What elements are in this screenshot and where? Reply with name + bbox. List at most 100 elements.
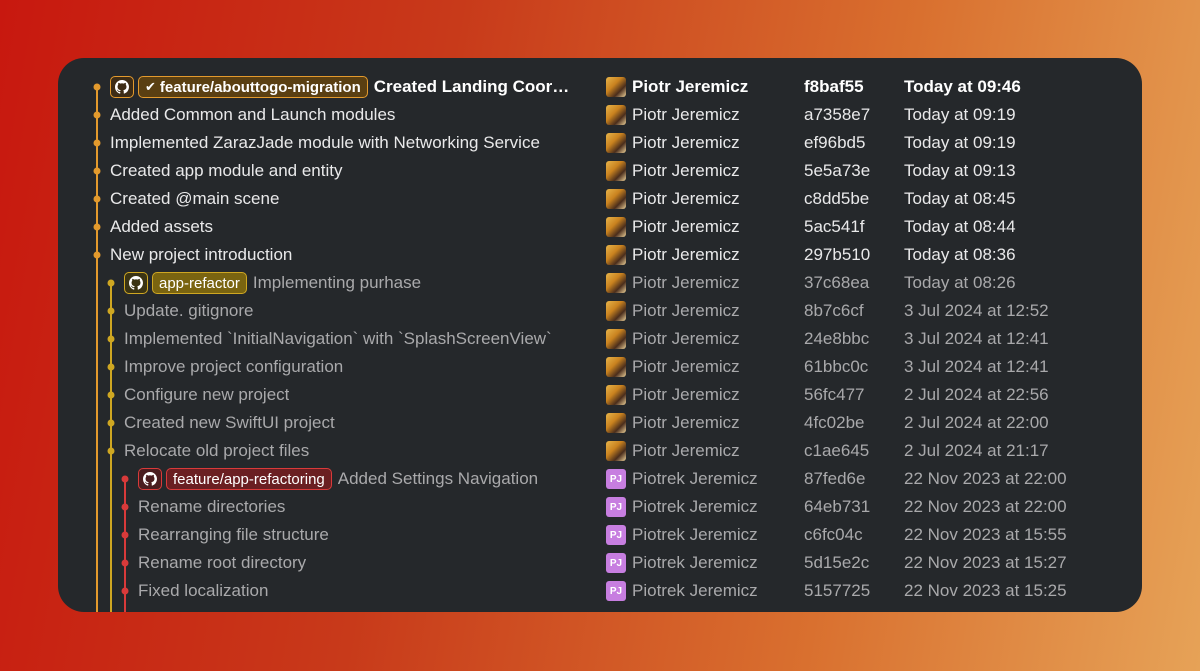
branch-tag[interactable]: ✔ feature/abouttogo-migration (138, 76, 368, 98)
commit-hash: c1ae645 (804, 441, 870, 460)
commit-row[interactable]: Added Common and Launch modules Piotr Jer… (58, 101, 1142, 129)
commit-hash: ef96bd5 (804, 133, 866, 152)
commit-row[interactable]: Created app module and entity Piotr Jerem… (58, 157, 1142, 185)
avatar: PJ (606, 581, 626, 601)
commit-author: Piotr Jeremicz (606, 129, 740, 157)
avatar (606, 189, 626, 209)
avatar (606, 245, 626, 265)
commit-message: Created @main scene (110, 189, 280, 208)
commit-message-cell: Rearranging file structure (138, 521, 329, 549)
commit-message: Created new SwiftUI project (124, 413, 335, 432)
commit-date: Today at 08:36 (904, 245, 1016, 264)
checkmark-icon: ✔ (145, 79, 156, 94)
commit-row[interactable]: Rearranging file structure PJ Piotrek Jere… (58, 521, 1142, 549)
branch-name: feature/app-refactoring (173, 470, 325, 488)
commit-message: Implemented ZarazJade module with Networ… (110, 133, 540, 152)
author-name: Piotr Jeremicz (632, 301, 740, 320)
commit-date: Today at 09:19 (904, 133, 1016, 152)
avatar (606, 217, 626, 237)
commit-hash: 5e5a73e (804, 161, 871, 180)
commit-hash: f8baf55 (804, 77, 864, 96)
commit-message-cell: Improve project configuration (124, 353, 343, 381)
commit-hash: c6fc04c (804, 525, 863, 544)
github-icon (124, 272, 148, 294)
commit-author: Piotr Jeremicz (606, 157, 740, 185)
commit-message: Created Landing Coor… (373, 77, 570, 96)
commit-row[interactable]: Relocate old project files Piotr Jeremicz… (58, 437, 1142, 465)
commit-row[interactable]: Update. gitignore Piotr Jeremicz 8b7c6cf 3 … (58, 297, 1142, 325)
commit-message-cell: Implemented `InitialNavigation` with `Sp… (124, 325, 552, 353)
avatar: PJ (606, 553, 626, 573)
commit-author: Piotr Jeremicz (606, 297, 740, 325)
github-icon (138, 468, 162, 490)
commit-row[interactable]: ✔ feature/abouttogo-migration Created Land… (58, 73, 1142, 101)
author-name: Piotr Jeremicz (632, 217, 740, 236)
author-name: Piotr Jeremicz (632, 105, 740, 124)
commit-message-cell: Fixed localization (138, 577, 268, 605)
author-name: Piotrek Jeremicz (632, 469, 758, 488)
commit-date: 2 Jul 2024 at 22:00 (904, 413, 1049, 432)
author-name: Piotr Jeremicz (632, 413, 740, 432)
commit-row[interactable]: feature/app-refactoring Added Settings Na… (58, 465, 1142, 493)
commit-author: PJ Piotrek Jeremicz (606, 493, 758, 521)
commit-row[interactable]: app-refactor Implementing purhase Piotr Je… (58, 269, 1142, 297)
commit-message: Rename directories (138, 497, 286, 516)
commit-date: Today at 09:13 (904, 161, 1016, 180)
commit-hash: 5d15e2c (804, 553, 870, 572)
commit-message: Added assets (110, 217, 214, 236)
branch-tag[interactable]: app-refactor (152, 272, 247, 294)
commit-date: 22 Nov 2023 at 22:00 (904, 469, 1067, 488)
commit-author: Piotr Jeremicz (606, 73, 748, 101)
commit-message: Added Common and Launch modules (110, 105, 396, 124)
commit-message: Created app module and entity (110, 161, 343, 180)
commit-author: Piotr Jeremicz (606, 381, 740, 409)
commit-message-cell: New project introduction (110, 241, 292, 269)
commit-date: 2 Jul 2024 at 21:17 (904, 441, 1049, 460)
commit-hash: c8dd5be (804, 189, 870, 208)
commit-hash: 61bbc0c (804, 357, 869, 376)
commit-message-cell: Rename directories (138, 493, 285, 521)
branch-tag[interactable]: feature/app-refactoring (166, 468, 332, 490)
author-name: Piotrek Jeremicz (632, 525, 758, 544)
commit-author: Piotr Jeremicz (606, 325, 740, 353)
commit-date: Today at 09:46 (904, 77, 1021, 96)
commit-hash: 64eb731 (804, 497, 871, 516)
commit-row[interactable]: Implemented ZarazJade module with Networ… (58, 129, 1142, 157)
commit-date: 3 Jul 2024 at 12:41 (904, 357, 1049, 376)
commit-message: Configure new project (124, 385, 290, 404)
avatar (606, 385, 626, 405)
avatar (606, 413, 626, 433)
author-name: Piotr Jeremicz (632, 245, 740, 264)
commit-row[interactable]: Improve project configuration Piotr Jerem… (58, 353, 1142, 381)
commit-message: Improve project configuration (124, 357, 344, 376)
commit-author: PJ Piotrek Jeremicz (606, 465, 758, 493)
author-name: Piotr Jeremicz (632, 273, 740, 292)
commit-row[interactable]: Rename directories PJ Piotrek Jeremicz 64eb… (58, 493, 1142, 521)
commit-message-cell: Rename root directory (138, 549, 306, 577)
author-name: Piotrek Jeremicz (632, 553, 758, 572)
commit-row[interactable]: Configure new project Piotr Jeremicz 56fc4… (58, 381, 1142, 409)
commit-author: Piotr Jeremicz (606, 437, 740, 465)
commit-hash: 37c68ea (804, 273, 870, 292)
commit-row[interactable]: Implemented `InitialNavigation` with `Sp… (58, 325, 1142, 353)
commit-row[interactable]: Rename root directory PJ Piotrek Jeremicz 5… (58, 549, 1142, 577)
commit-date: 22 Nov 2023 at 15:55 (904, 525, 1067, 544)
commit-message: New project introduction (110, 245, 293, 264)
author-name: Piotrek Jeremicz (632, 581, 758, 600)
commit-message: Rename root directory (138, 553, 307, 572)
commit-date: 2 Jul 2024 at 22:56 (904, 385, 1049, 404)
commit-date: Today at 08:44 (904, 217, 1016, 236)
commit-author: PJ Piotrek Jeremicz (606, 577, 758, 605)
avatar (606, 161, 626, 181)
commit-hash: 87fed6e (804, 469, 866, 488)
commit-row[interactable]: Added assets Piotr Jeremicz 5ac541f Today a… (58, 213, 1142, 241)
avatar (606, 273, 626, 293)
commit-row[interactable]: Created new SwiftUI project Piotr Jeremic… (58, 409, 1142, 437)
author-name: Piotr Jeremicz (632, 357, 740, 376)
commit-row[interactable]: Created @main scene Piotr Jeremicz c8dd5be… (58, 185, 1142, 213)
avatar: PJ (606, 497, 626, 517)
author-name: Piotr Jeremicz (632, 189, 740, 208)
commit-row[interactable]: Fixed localization PJ Piotrek Jeremicz 5157… (58, 577, 1142, 605)
commit-message: Update. gitignore (124, 301, 254, 320)
commit-row[interactable]: New project introduction Piotr Jeremicz 29… (58, 241, 1142, 269)
